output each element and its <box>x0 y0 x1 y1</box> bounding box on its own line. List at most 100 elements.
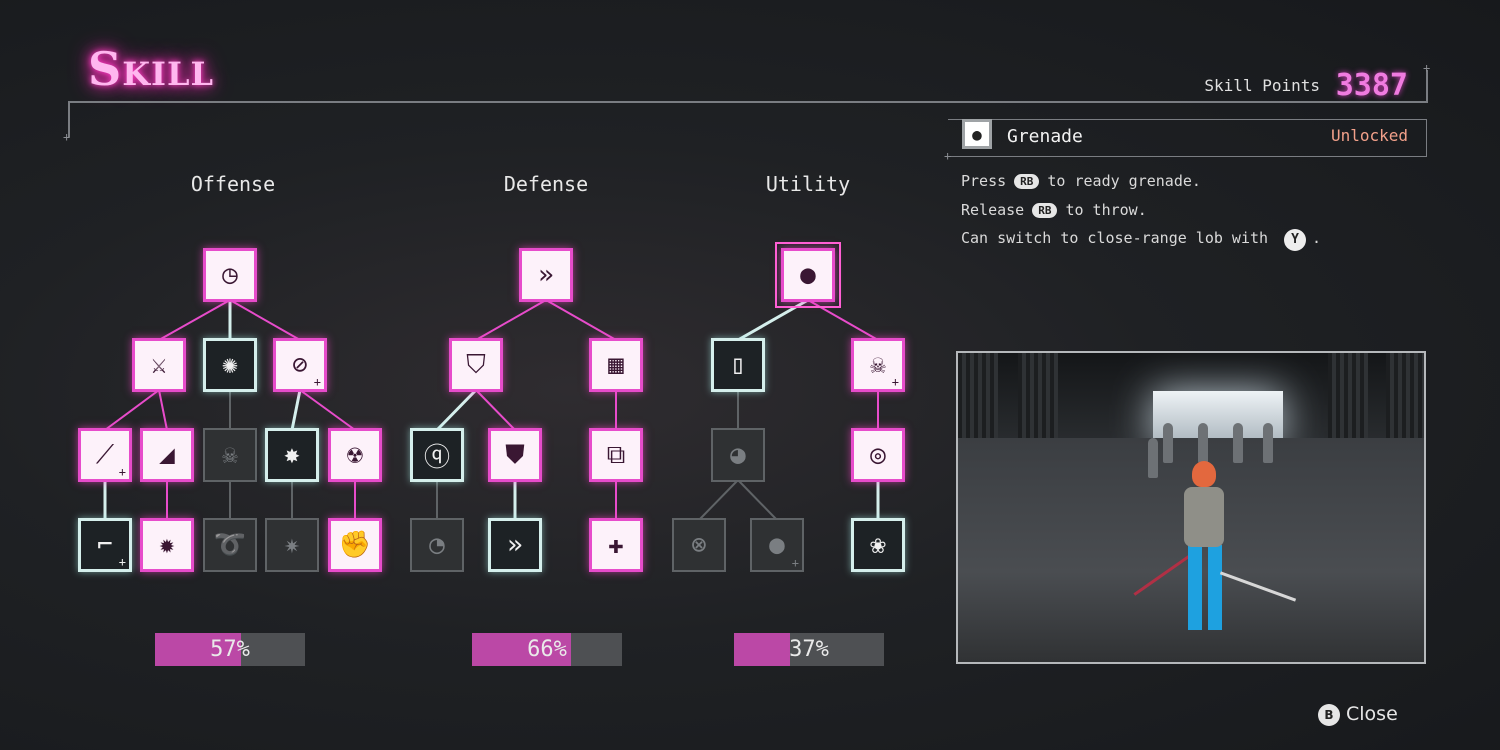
offense-progress-label: 57% <box>210 637 250 662</box>
skill-node-defense-a2[interactable]: ▦ <box>589 338 643 392</box>
skill-node-defense-c2[interactable]: » <box>488 518 542 572</box>
swirl-icon: ➰ <box>213 530 247 560</box>
skill-node-offense-a1[interactable]: ⚔ <box>132 338 186 392</box>
preview-character-head <box>1192 461 1216 487</box>
skill-description-line: Can switch to close-range lob with Y. <box>961 229 1321 251</box>
skill-node-utility-c1[interactable]: ⊗ <box>672 518 726 572</box>
skill-node-utility-root[interactable]: ● <box>775 242 841 308</box>
skull-plus-icon: ☠ <box>870 350 886 380</box>
skill-node-offense-c3[interactable]: ➰ <box>203 518 257 572</box>
offense-progress-bar: 57% <box>155 633 305 666</box>
description-text: Can switch to close-range lob with <box>961 229 1269 247</box>
skill-node-utility-c2[interactable]: ● + <box>750 518 804 572</box>
canister-icon: ▯ <box>730 350 746 380</box>
rb-button-icon: RB <box>1014 174 1040 189</box>
preview-character-body <box>1184 487 1224 547</box>
utility-progress-bar: 37% <box>734 633 884 666</box>
grenade-icon: ● <box>800 260 816 290</box>
skill-node-offense-a3[interactable]: ⊘ + <box>273 338 327 392</box>
plus-badge-icon: + <box>118 465 126 479</box>
clock-icon: ◷ <box>222 260 238 290</box>
skill-node-offense-c5[interactable]: ✊ <box>328 518 382 572</box>
skill-node-defense-b1[interactable]: ⓠ <box>410 428 464 482</box>
defense-progress-label: 66% <box>527 637 567 662</box>
skill-node-defense-b3[interactable]: ⧉ <box>589 428 643 482</box>
skill-points-label: Skill Points <box>1204 76 1320 95</box>
skill-description-line: Release RB to throw. <box>961 201 1147 219</box>
description-text: Release <box>961 201 1025 219</box>
skill-node-offense-c2[interactable]: ✹ <box>140 518 194 572</box>
skill-node-offense-c1[interactable]: ⌐ + <box>78 518 132 572</box>
dash-timer-icon: » <box>507 530 523 560</box>
close-label: Close <box>1346 703 1398 725</box>
medkits-icon: ⧉ <box>606 439 626 470</box>
description-text: . <box>1312 229 1322 247</box>
utility-progress-label: 37% <box>789 637 829 662</box>
skill-node-utility-a1[interactable]: ▯ <box>711 338 765 392</box>
medkit-icon: ▦ <box>608 350 624 380</box>
skill-node-offense-b5[interactable]: ☢ <box>328 428 382 482</box>
skill-preview-video <box>956 351 1426 664</box>
preview-enemy <box>1198 423 1208 463</box>
b-button-icon: B <box>1318 704 1340 726</box>
boot-timer-icon: ◕ <box>730 440 746 470</box>
pistol-plus-icon: ⌐ <box>97 530 113 560</box>
plus-badge-icon: + <box>891 375 899 389</box>
skill-node-defense-b2[interactable]: ⛊ <box>488 428 542 482</box>
skill-node-defense-root[interactable]: » <box>519 248 573 302</box>
plus-badge-icon: + <box>313 375 321 389</box>
preview-enemy <box>1148 438 1158 478</box>
plus-badge-icon: + <box>791 556 799 570</box>
skill-detail-name: Grenade <box>1007 126 1083 147</box>
rb-button-icon: RB <box>1032 203 1058 218</box>
skill-node-offense-c4[interactable]: ✷ <box>265 518 319 572</box>
crossed-shield-icon: ⛊ <box>505 439 525 470</box>
fist-icon: ✊ <box>338 530 372 560</box>
skull-icon: ☠ <box>222 440 238 470</box>
gear-burst-icon: ✷ <box>284 530 300 560</box>
parry-timer-icon: ◔ <box>429 530 445 560</box>
skill-node-defense-c1[interactable]: ◔ <box>410 518 464 572</box>
skill-node-utility-a2[interactable]: ☠ + <box>851 338 905 392</box>
skill-node-offense-b2[interactable]: ◢ <box>140 428 194 482</box>
preview-enemy <box>1163 423 1173 463</box>
skill-node-offense-root[interactable]: ◷ <box>203 248 257 302</box>
plus-badge-icon: + <box>118 555 126 569</box>
flame-skull-icon: ☢ <box>347 440 363 470</box>
skill-detail-status: Unlocked <box>1330 126 1408 145</box>
corner-plus-icon: + <box>944 149 952 163</box>
cancel-timer-icon: ⊗ <box>691 530 707 560</box>
skill-node-defense-a1[interactable]: ⛉ <box>449 338 503 392</box>
close-button[interactable]: B Close <box>1318 703 1398 726</box>
blade-plus-icon: ⟋ <box>95 439 115 470</box>
skill-points-value: 3387 <box>1335 68 1408 103</box>
preview-character-leg <box>1208 545 1222 630</box>
explosion-icon: ✹ <box>159 530 175 560</box>
double-chevron-icon: » <box>538 260 554 290</box>
corner-plus-icon: + <box>1423 61 1431 75</box>
preview-enemy <box>1233 423 1243 463</box>
parry-icon: ⓠ <box>423 442 450 473</box>
description-text: to ready grenade. <box>1047 172 1201 190</box>
grenade-icon: ● <box>962 119 992 149</box>
heal-sparkle-icon: ✚ <box>608 530 624 560</box>
grenade-plus-icon: ● <box>769 530 785 560</box>
slash-icon: ⚔ <box>151 350 167 380</box>
skill-node-offense-a2[interactable]: ✺ <box>203 338 257 392</box>
burst-icon: ✸ <box>284 440 300 470</box>
head-target-icon: ◎ <box>870 440 886 470</box>
crossed-dodge-icon: ⊘ <box>292 350 308 380</box>
lotus-icon: ❀ <box>870 530 886 560</box>
skill-node-utility-c3[interactable]: ❀ <box>851 518 905 572</box>
skill-node-offense-b3[interactable]: ☠ <box>203 428 257 482</box>
skill-node-utility-b2[interactable]: ◎ <box>851 428 905 482</box>
preview-character-leg <box>1188 545 1202 630</box>
skill-node-defense-c3[interactable]: ✚ <box>589 518 643 572</box>
y-button-icon: Y <box>1284 229 1307 251</box>
wave-slash-icon: ◢ <box>159 440 175 470</box>
skill-node-offense-b1[interactable]: ⟋ + <box>78 428 132 482</box>
skill-node-utility-b1[interactable]: ◕ <box>711 428 765 482</box>
preview-enemy <box>1263 423 1273 463</box>
skill-node-offense-b4[interactable]: ✸ <box>265 428 319 482</box>
shield-icon: ⛉ <box>466 349 486 380</box>
